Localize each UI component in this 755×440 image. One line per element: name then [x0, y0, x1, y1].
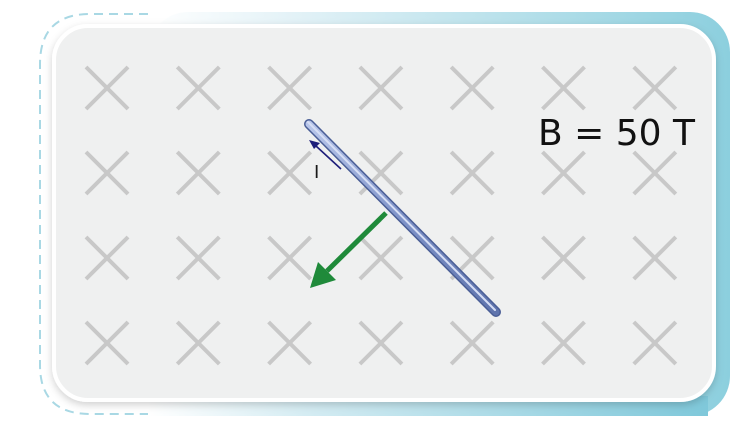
magnetic-field-diagram: I B = 50 T [39, 12, 730, 416]
field-strength-label: B = 50 T [538, 113, 696, 154]
current-label: I [314, 162, 319, 183]
